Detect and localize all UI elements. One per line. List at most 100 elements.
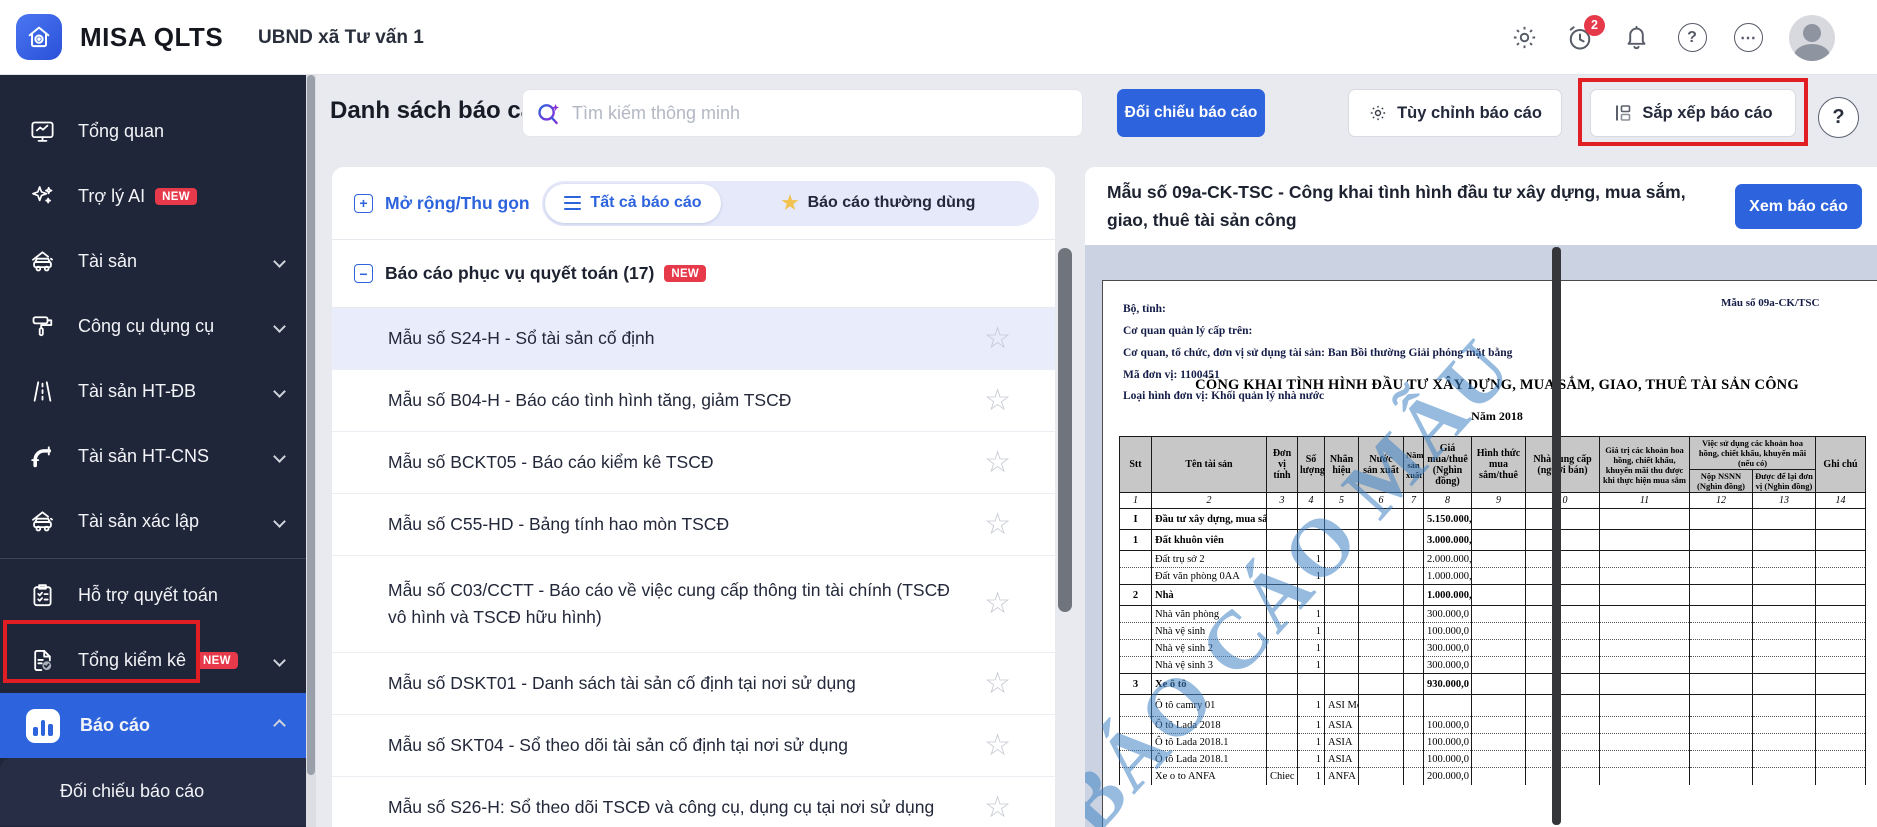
arrange-icon [1616, 105, 1631, 121]
sidebar-item-tro-ly-ai[interactable]: Trợ lý AI NEW [0, 164, 306, 229]
report-list-item[interactable]: Mẫu số DSKT01 - Danh sách tài sản cố địn… [332, 653, 1055, 715]
gear-icon [1513, 26, 1535, 49]
sidebar-scrollbar-thumb[interactable] [307, 75, 315, 775]
sidebar-item-cong-cu-dung-cu[interactable]: Công cụ dụng cụ [0, 294, 306, 359]
sidebar-item-tai-san-xac-lap[interactable]: Tài sản xác lập [0, 489, 306, 554]
misa-logo[interactable] [16, 14, 62, 60]
table-row: 3 Xe ô tô 930.000,0 [1119, 673, 1867, 695]
form-code: Mẫu số 09a-CK/TSC [1721, 297, 1820, 309]
report-name: Mẫu số C55-HD - Bảng tính hao mòn TSCĐ [388, 513, 730, 534]
chevron-down-icon [273, 450, 286, 463]
house-car-icon [26, 506, 58, 538]
document-check-icon [26, 645, 58, 677]
star-icon: ★ [781, 192, 799, 214]
search-sparkle-icon [538, 103, 560, 124]
clipboard-check-icon [26, 580, 58, 612]
report-list-item[interactable]: Mẫu số BCKT05 - Báo cáo kiểm kê TSCĐ ☆ [332, 432, 1055, 494]
report-list-item[interactable]: Mẫu số S26-H: Sổ theo dõi TSCĐ và công c… [332, 777, 1055, 827]
preview-scrollbar[interactable] [1552, 247, 1561, 825]
tab-all-reports[interactable]: Tất cả báo cáo [545, 183, 721, 223]
sidebar-divider [0, 558, 306, 559]
favorite-star-icon[interactable]: ☆ [984, 730, 1011, 761]
report-list-item[interactable]: Mẫu số C55-HD - Bảng tính hao mòn TSCĐ ☆ [332, 494, 1055, 556]
favorite-star-icon[interactable]: ☆ [984, 447, 1011, 478]
top-header-bar: MISA QLTS UBND xã Tư vấn 1 2 ? ⋯ [0, 0, 1877, 75]
report-section-header[interactable]: − Báo cáo phục vụ quyết toán (17) NEW [332, 240, 1055, 308]
sidebar-item-bao-cao[interactable]: Báo cáo [0, 693, 306, 758]
report-list-panel: + Mở rộng/Thu gọn Tất cả báo cáo ★ Báo c… [332, 167, 1055, 827]
compare-reports-button[interactable]: Đối chiếu báo cáo [1117, 89, 1265, 137]
sidebar-item-label: Tổng quan [78, 121, 165, 141]
report-list-item[interactable]: Mẫu số SKT04 - Sổ theo dõi tài sản cố đị… [332, 715, 1055, 777]
gear-icon [1370, 105, 1386, 121]
page-title: Danh sách báo cáo [330, 97, 549, 124]
customize-reports-button[interactable]: Tùy chỉnh báo cáo [1348, 89, 1562, 137]
dashboard-icon [26, 116, 58, 148]
search-input[interactable] [572, 102, 1002, 124]
report-detail-header: Mẫu số 09a-CK-TSC - Công khai tình hình … [1085, 167, 1877, 245]
tab-favorite-reports[interactable]: ★ Báo cáo thường dùng [721, 184, 1036, 223]
report-preview-area: Bộ, tỉnh: Cơ quan quản lý cấp trên: Cơ q… [1085, 245, 1877, 827]
favorite-star-icon[interactable]: ☆ [984, 668, 1011, 699]
table-row: Nhà vệ sinh 2 1 300.000,0 [1119, 639, 1867, 657]
sidebar-item-label: Tổng kiểm kê [78, 650, 187, 670]
favorite-star-icon[interactable]: ☆ [984, 589, 1011, 619]
tab-favorite-reports-label: Báo cáo thường dùng [807, 194, 976, 211]
road-icon [26, 376, 58, 408]
meta-line: Cơ quan, tổ chức, đơn vị sử dụng tài sản… [1123, 346, 1513, 359]
sidebar-submenu: Đối chiếu báo cáo [0, 758, 306, 826]
favorite-star-icon[interactable]: ☆ [984, 509, 1011, 540]
table-row: 2Nhà1.000.000,0 [1119, 584, 1867, 606]
user-avatar[interactable] [1789, 14, 1835, 61]
sidebar-item-tai-san-ht-db[interactable]: Tài sản HT-ĐB [0, 359, 306, 424]
ellipsis-icon: ⋯ [1733, 23, 1763, 52]
avatar-head-shape [1803, 23, 1821, 42]
arrange-reports-button[interactable]: Sắp xếp báo cáo [1590, 89, 1796, 137]
sidebar-item-tong-quan[interactable]: Tổng quan [0, 99, 306, 164]
sidebar-item-label: Công cụ dụng cụ [78, 316, 215, 336]
sidebar-scrollbar[interactable] [306, 75, 316, 827]
header-icon-group: 2 ? ⋯ [1509, 0, 1835, 75]
notifications-button[interactable] [1621, 23, 1651, 53]
favorite-star-icon[interactable]: ☆ [984, 323, 1011, 354]
meta-line: Cơ quan quản lý cấp trên: [1123, 324, 1253, 337]
expand-icon[interactable]: + [354, 193, 373, 213]
floating-help-button[interactable]: ? [1818, 97, 1859, 138]
report-list-header: + Mở rộng/Thu gọn Tất cả báo cáo ★ Báo c… [332, 167, 1055, 240]
view-report-button[interactable]: Xem báo cáo [1735, 184, 1862, 229]
sidebar-subitem-doi-chieu-bao-cao[interactable]: Đối chiếu báo cáo [0, 758, 306, 824]
expand-collapse-toggle[interactable]: Mở rộng/Thu gọn [385, 193, 530, 214]
list-scrollbar-thumb[interactable] [1058, 248, 1072, 612]
report-list-item[interactable]: Mẫu số S24-H - Sổ tài sản cố định ☆ [332, 308, 1055, 370]
favorite-star-icon[interactable]: ☆ [984, 385, 1011, 416]
help-button[interactable]: ? [1677, 23, 1707, 53]
smart-search-box[interactable] [522, 89, 1083, 137]
sidebar-item-tai-san-ht-cns[interactable]: Tài sản HT-CNS [0, 424, 306, 489]
table-row: Nhà vệ sinh 1 100.000,0 [1119, 622, 1867, 640]
bell-icon [1627, 25, 1645, 50]
chevron-down-icon [273, 385, 286, 398]
tab-all-reports-label: Tất cả báo cáo [590, 194, 702, 211]
report-document-page: Bộ, tỉnh: Cơ quan quản lý cấp trên: Cơ q… [1102, 280, 1877, 827]
sidebar-item-label: Tài sản [78, 251, 138, 271]
reminder-button[interactable]: 2 [1565, 14, 1605, 53]
sidebar-item-tong-kiem-ke[interactable]: Tổng kiểm kê NEW [0, 628, 306, 693]
collapse-icon[interactable]: − [354, 264, 373, 283]
meta-line: Bộ, tỉnh: [1123, 303, 1166, 315]
sidebar-item-ho-tro-quyet-toan[interactable]: Hỗ trợ quyết toán [0, 563, 306, 628]
report-name: Mẫu số DSKT01 - Danh sách tài sản cố địn… [388, 672, 856, 693]
table-row: 1Đất khuôn viên3.000.000,0 [1119, 529, 1867, 551]
report-list-item[interactable]: Mẫu số B04-H - Báo cáo tình hình tăng, g… [332, 370, 1055, 432]
new-badge: NEW [196, 652, 238, 669]
more-options-button[interactable]: ⋯ [1733, 23, 1763, 53]
settings-button[interactable] [1509, 23, 1539, 53]
sidebar-item-tai-san[interactable]: Tài sản [0, 229, 306, 294]
table-row: Ô tô Lada 2018 1 ASIA 100.000,0 [1119, 716, 1867, 734]
report-name: Mẫu số S26-H: Sổ theo dõi TSCĐ và công c… [388, 796, 935, 817]
table-row: Đất văn phòng 0AA11.000.000,0 [1119, 567, 1867, 585]
ai-sparkles-icon [26, 181, 58, 213]
organization-name[interactable]: UBND xã Tư vấn 1 [258, 27, 424, 49]
new-badge: NEW [155, 188, 197, 205]
favorite-star-icon[interactable]: ☆ [984, 792, 1011, 823]
report-list-item[interactable]: Mẫu số C03/CCTT - Báo cáo về việc cung c… [332, 556, 1055, 653]
